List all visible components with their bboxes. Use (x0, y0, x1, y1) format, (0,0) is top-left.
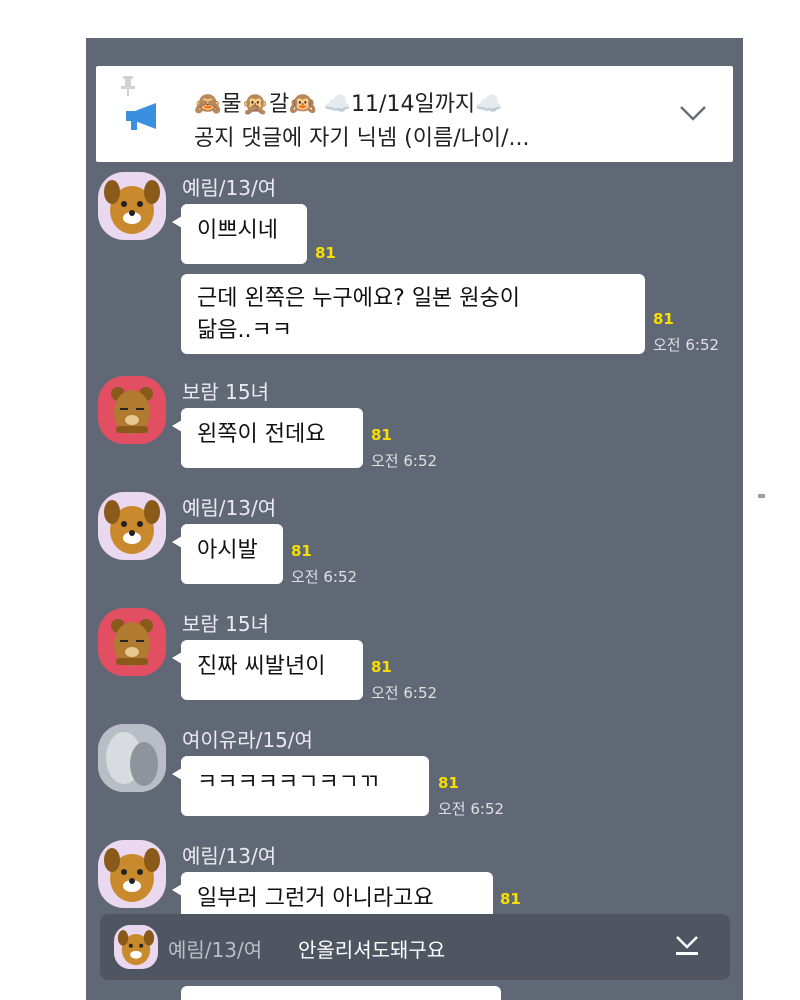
message-bubble[interactable]: 근데 왼쪽은 누구에요? 일본 원숭이 닮음..ㅋㅋ (181, 274, 645, 354)
sender-name: 보람 15녀 (182, 612, 270, 636)
message-text-line: 근데 왼쪽은 누구에요? 일본 원숭이 (197, 286, 521, 311)
avatar[interactable] (98, 376, 166, 444)
unread-count: 81 (371, 426, 392, 444)
unread-count: 81 (500, 890, 521, 908)
sender-name: 보람 15녀 (182, 380, 270, 404)
message-bubble[interactable]: 이쁘시네 (172, 204, 307, 264)
timestamp: 오전 6:52 (371, 452, 438, 470)
sender-name: 예림/13/여 (182, 176, 277, 200)
avatar[interactable] (98, 724, 166, 792)
preview-sender: 예림/13/여 (168, 938, 263, 962)
unread-count: 81 (291, 542, 312, 560)
new-message-preview[interactable]: 예림/13/여 안올리셔도돼구요 (100, 914, 730, 980)
preview-avatar (114, 925, 158, 969)
sender-name: 예림/13/여 (182, 844, 277, 868)
avatar[interactable] (98, 492, 166, 560)
avatar[interactable] (98, 608, 166, 676)
timestamp: 오전 6:52 (371, 684, 438, 702)
notice-text: 공지 댓글에 자기 닉넴 (이름/나이/... (194, 126, 530, 151)
message-bubble-partial[interactable] (181, 986, 501, 1000)
unread-count: 81 (315, 244, 336, 262)
message-bubble[interactable]: ㅋㅋㅋㅋㅋㄱㅋㄱㄲ (172, 756, 429, 816)
scroll-indicator (758, 494, 765, 498)
preview-message: 안올리셔도돼구요 (298, 938, 446, 962)
pinned-notice[interactable]: 🙈물🙊갈🙉 ☁️11/14일까지☁️ 공지 댓글에 자기 닉넴 (이름/나이/.… (96, 66, 733, 162)
message-bubble[interactable]: 왼쪽이 전데요 (172, 408, 363, 468)
chevron-down-icon[interactable] (679, 104, 707, 126)
avatar[interactable] (98, 840, 166, 908)
timestamp: 오전 6:52 (653, 336, 720, 354)
unread-count: 81 (653, 310, 674, 328)
unread-count: 81 (438, 774, 459, 792)
megaphone-icon (126, 102, 160, 136)
chat-room: 🙈물🙊갈🙉 ☁️11/14일까지☁️ 공지 댓글에 자기 닉넴 (이름/나이/.… (86, 38, 743, 1000)
message-bubble[interactable]: 진짜 씨발년이 (172, 640, 363, 700)
sender-name: 예림/13/여 (182, 496, 277, 520)
avatar[interactable] (98, 172, 166, 240)
timestamp: 오전 6:52 (438, 800, 505, 818)
message-text-line: 닮음..ㅋㅋ (197, 318, 292, 343)
notice-title: 🙈물🙊갈🙉 ☁️11/14일까지☁️ (194, 92, 503, 117)
arrow-down-icon[interactable] (674, 934, 700, 962)
sender-name: 여이유라/15/여 (182, 728, 313, 752)
pin-icon (120, 76, 136, 100)
message-bubble[interactable]: 아시발 (172, 524, 283, 584)
timestamp: 오전 6:52 (291, 568, 358, 586)
unread-count: 81 (371, 658, 392, 676)
